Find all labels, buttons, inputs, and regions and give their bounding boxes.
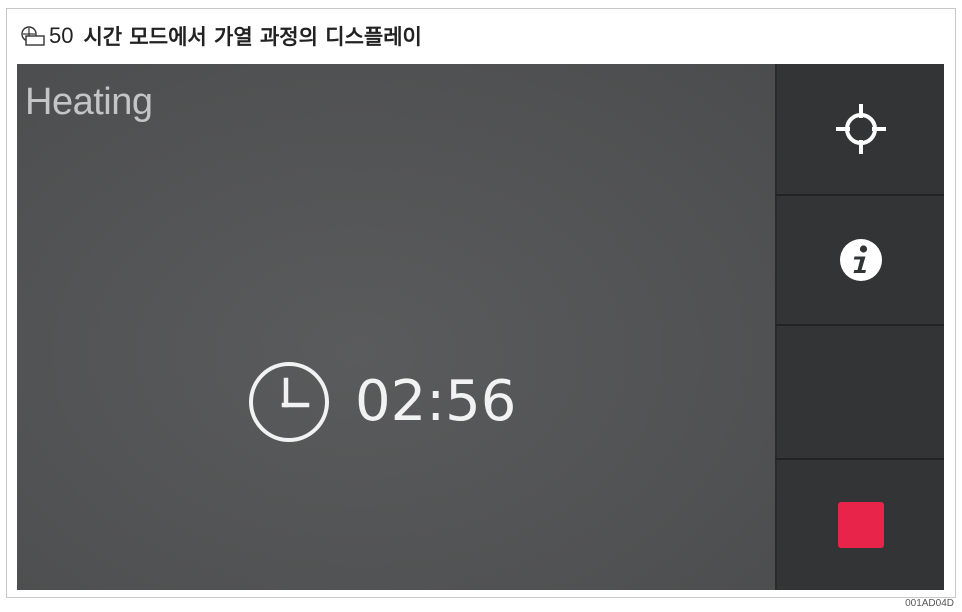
state-label: Heating [25,81,153,123]
stop-icon [837,502,884,548]
target-button[interactable] [775,64,944,194]
figure-icon [21,26,45,46]
stop-button[interactable] [775,460,944,590]
info-icon [839,239,882,281]
clock-icon [249,362,329,442]
display-screen: Heating 02:56 [17,64,775,590]
timer-readout: 02:56 [247,360,516,444]
info-button[interactable] [775,196,944,324]
sidebar [775,64,944,590]
crosshair-icon [835,104,886,154]
figure-number: 50 [49,23,74,48]
image-code: 001AD04D [905,598,954,609]
figure-title: 시간 모드에서 가열 과정의 디스플레이 [83,25,422,49]
figure-caption: 50 시간 모드에서 가열 과정의 디스플레이 [20,20,422,52]
timer-value: 02:56 [355,369,517,434]
empty-button[interactable] [775,326,944,458]
